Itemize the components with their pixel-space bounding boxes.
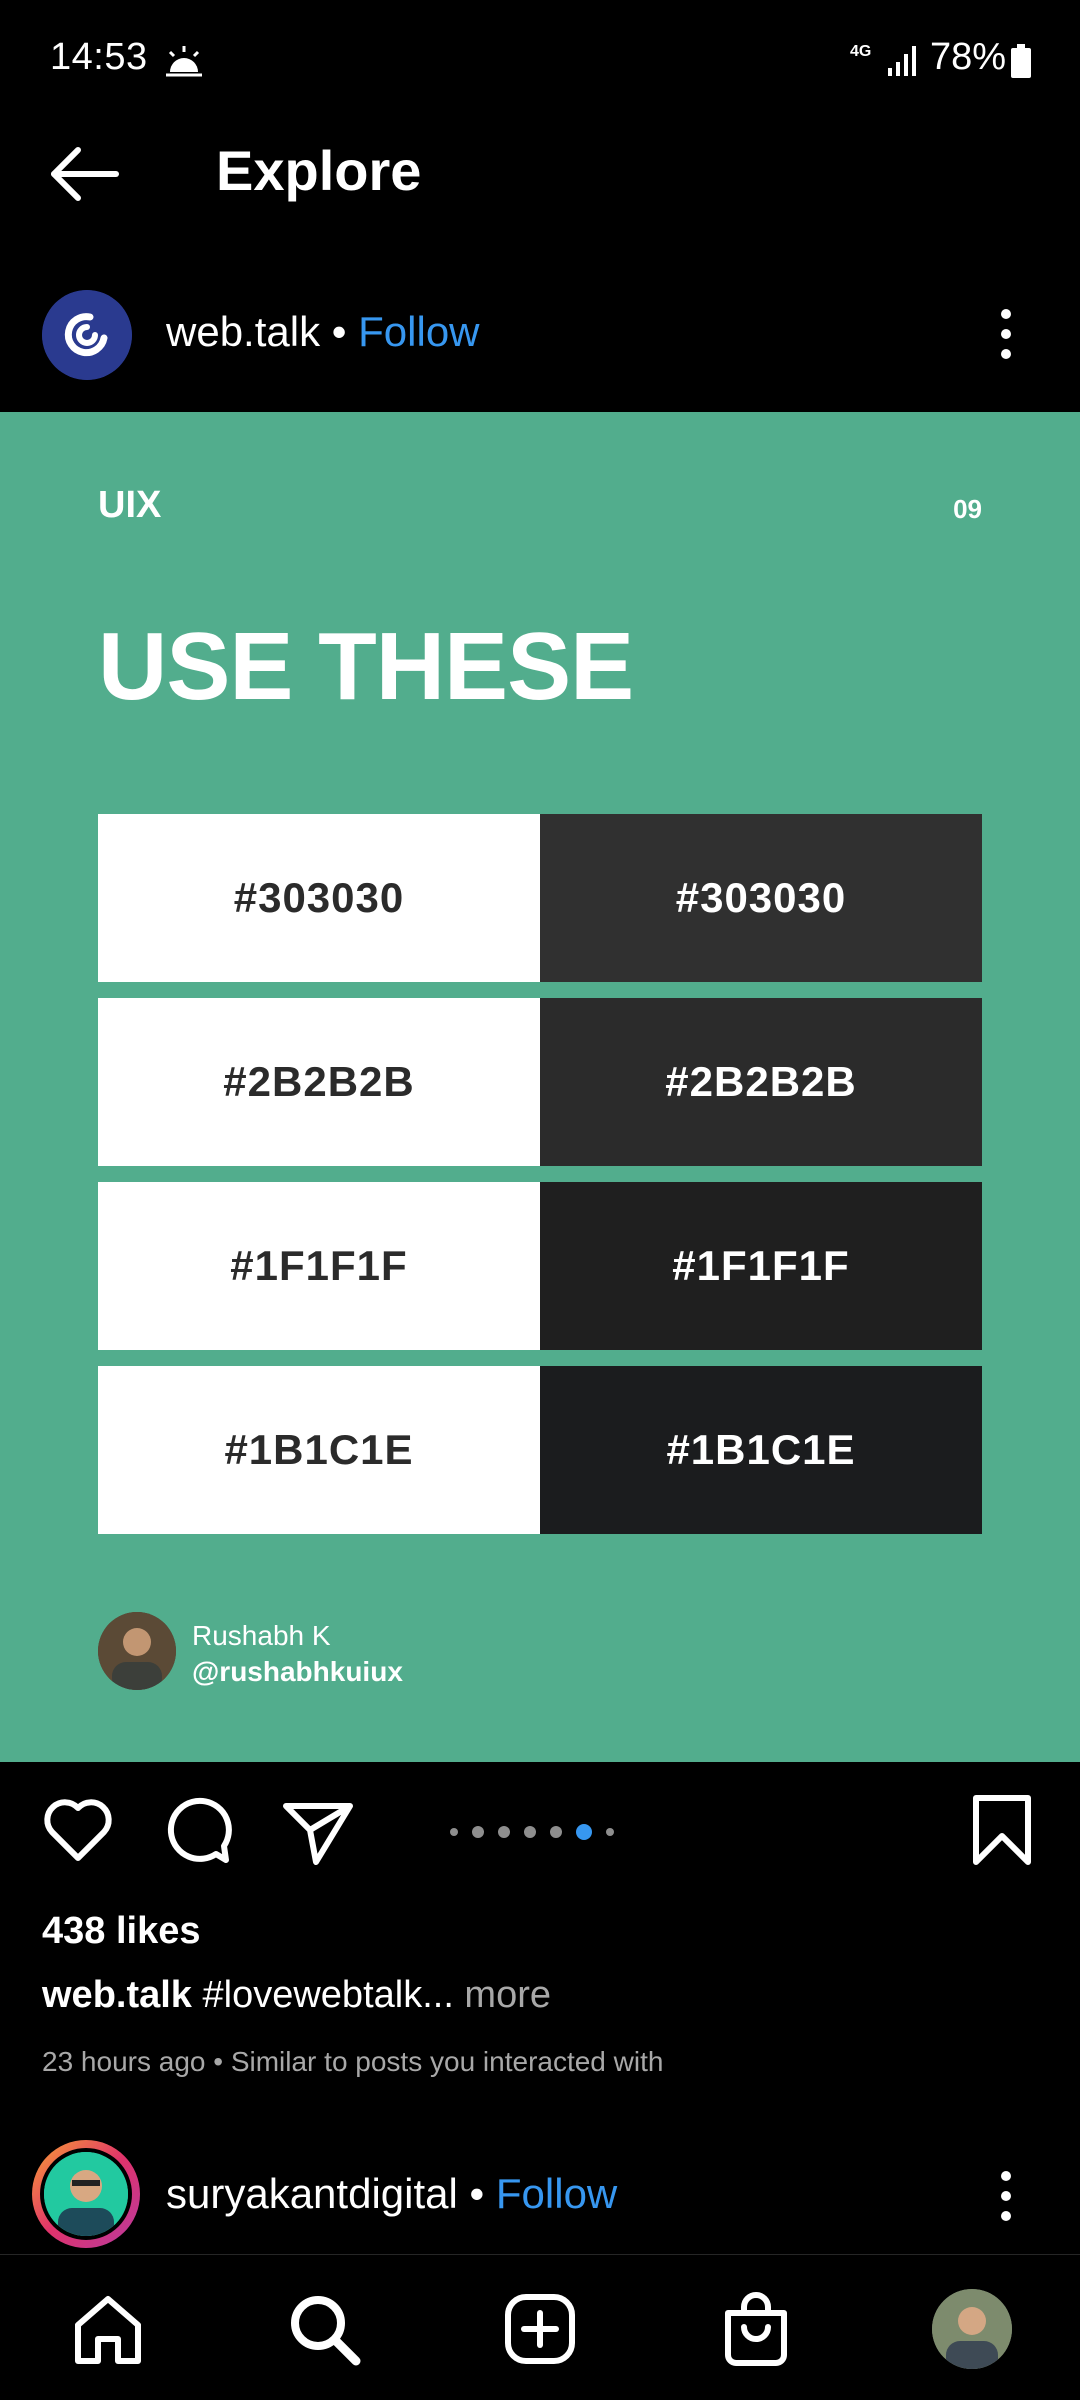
home-icon[interactable] — [70, 2291, 146, 2367]
next-post-username[interactable]: suryakantdigital — [166, 2170, 458, 2217]
image-author-avatar — [98, 1612, 176, 1690]
shop-icon[interactable] — [718, 2291, 794, 2367]
like-icon[interactable] — [38, 1790, 118, 1870]
person-icon — [44, 2152, 128, 2236]
likes-count[interactable]: 438 likes — [42, 1910, 200, 1953]
person-icon — [98, 1612, 176, 1690]
search-icon[interactable] — [286, 2291, 362, 2367]
carousel-dot — [450, 1828, 458, 1836]
comment-icon[interactable] — [158, 1790, 238, 1870]
carousel-dot — [550, 1826, 562, 1838]
weather-icon — [166, 46, 202, 77]
carousel-dot — [606, 1828, 614, 1836]
status-time: 14:53 — [50, 36, 148, 78]
story-ring[interactable] — [32, 2140, 140, 2248]
swatch-light: #1B1C1E — [98, 1366, 540, 1534]
image-label: UIX — [98, 484, 162, 526]
next-post-header: suryakantdigital • Follow — [0, 2140, 1080, 2250]
profile-avatar[interactable] — [932, 2289, 1012, 2369]
caption-text: #lovewebtalk... — [191, 1974, 454, 2016]
next-follow-button[interactable]: Follow — [496, 2170, 617, 2217]
post-username[interactable]: web.talk — [166, 308, 320, 355]
battery-icon — [1011, 44, 1031, 78]
swatch-light: #1F1F1F — [98, 1182, 540, 1350]
share-icon[interactable] — [278, 1790, 358, 1870]
swatch-dark: #303030 — [540, 814, 982, 982]
more-options-icon[interactable] — [990, 304, 1022, 364]
network-label: 4G — [850, 43, 872, 60]
header: Explore — [0, 120, 1080, 230]
post-timestamp: 23 hours ago • Similar to posts you inte… — [42, 2046, 664, 2077]
person-icon — [932, 2289, 1012, 2369]
carousel-dot — [498, 1826, 510, 1838]
follow-button[interactable]: Follow — [358, 308, 479, 355]
bottom-nav — [0, 2254, 1080, 2400]
signal-icon — [888, 46, 916, 76]
carousel-dot — [472, 1826, 484, 1838]
post-actions — [0, 1790, 1080, 1870]
post-author-line: web.talk • Follow — [166, 308, 480, 356]
swatch-dark: #1B1C1E — [540, 1366, 982, 1534]
caption-username[interactable]: web.talk — [42, 1974, 192, 2016]
swatch-dark: #2B2B2B — [540, 998, 982, 1166]
caption-more-link[interactable]: more — [454, 1974, 551, 2016]
carousel-dot-active — [576, 1824, 592, 1840]
image-page-number: 09 — [953, 494, 982, 524]
carousel-indicator — [450, 1824, 614, 1840]
status-bar: 14:53 4G 78% — [0, 0, 1080, 120]
post-caption: web.talk #lovewebtalk... more — [42, 1974, 551, 2017]
swatch-row: #2B2B2B #2B2B2B — [98, 998, 982, 1166]
swatch-dark: #1F1F1F — [540, 1182, 982, 1350]
next-post-author-line: suryakantdigital • Follow — [166, 2170, 617, 2218]
post-author-avatar[interactable] — [42, 290, 132, 380]
image-author-handle: @rushabhkuiux — [192, 1656, 403, 1687]
battery-level: 78% — [930, 36, 1007, 78]
more-options-icon[interactable] — [990, 2166, 1022, 2226]
webtalk-logo-icon — [42, 290, 132, 380]
swatch-light: #303030 — [98, 814, 540, 982]
swatch-row: #303030 #303030 — [98, 814, 982, 982]
swatch-light: #2B2B2B — [98, 998, 540, 1166]
swatch-row: #1F1F1F #1F1F1F — [98, 1182, 982, 1350]
image-title: USE THESE — [98, 613, 634, 720]
post-header: web.talk • Follow — [0, 280, 1080, 390]
page-title: Explore — [216, 139, 422, 202]
next-post-avatar — [40, 2148, 132, 2240]
carousel-dot — [524, 1826, 536, 1838]
back-arrow-icon[interactable] — [48, 144, 120, 204]
follow-separator: • — [331, 308, 347, 355]
image-author-name: Rushabh K — [192, 1620, 331, 1651]
swatch-row: #1B1C1E #1B1C1E — [98, 1366, 982, 1534]
post-image[interactable]: UIX 09 USE THESE #303030 #303030 #2B2B2B… — [0, 412, 1080, 1762]
color-swatches: #303030 #303030 #2B2B2B #2B2B2B #1F1F1F … — [98, 814, 982, 1550]
create-post-icon[interactable] — [502, 2291, 578, 2367]
save-bookmark-icon[interactable] — [962, 1790, 1042, 1870]
follow-separator: • — [469, 2170, 485, 2217]
